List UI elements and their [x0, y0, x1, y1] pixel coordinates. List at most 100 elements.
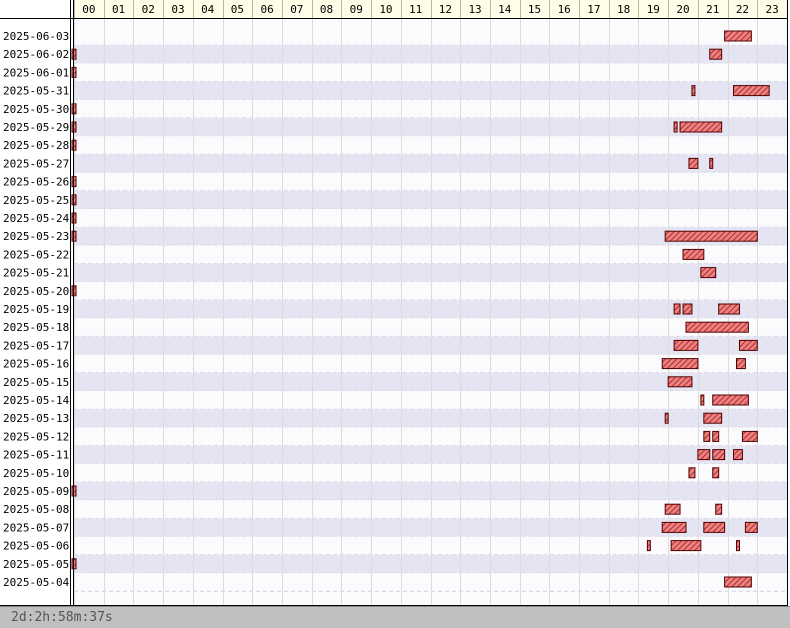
- date-label: 2025-05-29: [3, 121, 69, 134]
- activity-bar: [646, 540, 651, 552]
- hour-tick-label: 19: [647, 3, 660, 16]
- activity-bar: [724, 30, 752, 42]
- hour-tick-label: 10: [379, 3, 392, 16]
- activity-bar: [724, 576, 752, 588]
- row-stripe: [74, 318, 787, 337]
- row-stripe: [74, 136, 787, 155]
- hour-tick-label: 22: [736, 3, 749, 16]
- activity-bar: [712, 394, 749, 406]
- activity-bar: [712, 430, 720, 442]
- gantt-chart: 00 01 02 03 04 05 06 07 08 09 10 11 12 13 14 15 16 17 18 19…: [0, 0, 788, 606]
- date-label: 2025-05-10: [3, 467, 69, 480]
- activity-bar: [709, 48, 723, 60]
- header-corner: [0, 0, 70, 18]
- date-label: 2025-05-14: [3, 394, 70, 407]
- activity-bar: [741, 430, 758, 442]
- activity-bar: [700, 394, 705, 406]
- activity-bar: [685, 321, 749, 333]
- activity-bar: [697, 449, 711, 461]
- activity-bar: [703, 521, 726, 533]
- hour-tick-label: 03: [171, 3, 184, 16]
- activity-bar: [682, 248, 705, 260]
- date-label: 2025-05-27: [3, 157, 69, 170]
- date-label: 2025-05-22: [3, 248, 69, 261]
- date-label: 2025-05-18: [3, 321, 69, 334]
- hour-tick-label: 02: [142, 3, 155, 16]
- date-label: 2025-05-25: [3, 194, 69, 207]
- activity-bar: [691, 85, 696, 97]
- date-label: 2025-05-11: [3, 449, 69, 462]
- row-stripe: [74, 463, 787, 482]
- date-label: 2025-05-04: [3, 576, 70, 589]
- row-stripe: [74, 281, 787, 300]
- hour-tick-label: 07: [290, 3, 303, 16]
- activity-bar: [735, 358, 746, 370]
- activity-bar: [688, 467, 696, 479]
- date-label: 2025-05-23: [3, 230, 69, 243]
- hour-tick-label: 08: [320, 3, 333, 16]
- row-stripe: [74, 154, 787, 173]
- row-stripe: [74, 391, 787, 410]
- activity-bar: [673, 121, 678, 133]
- row-stripe: [74, 445, 787, 464]
- date-label: 2025-06-02: [3, 48, 69, 61]
- hour-tick-label: 13: [468, 3, 481, 16]
- hour-tick-label: 12: [439, 3, 452, 16]
- activity-bar: [673, 303, 681, 315]
- row-stripe: [74, 45, 787, 64]
- hour-tick-label: 23: [766, 3, 779, 16]
- activity-bar: [661, 358, 699, 370]
- activity-bar: [682, 303, 693, 315]
- date-label: 2025-06-03: [3, 30, 69, 43]
- hour-tick-label: 05: [231, 3, 244, 16]
- activity-bar: [664, 230, 758, 242]
- date-label: 2025-05-30: [3, 103, 69, 116]
- date-label: 2025-05-19: [3, 303, 69, 316]
- activity-bar: [670, 540, 702, 552]
- activity-bar: [709, 157, 714, 169]
- date-label: 2025-05-12: [3, 430, 69, 443]
- activity-bar: [664, 412, 669, 424]
- date-label: 2025-05-31: [3, 85, 69, 98]
- date-label: 2025-05-28: [3, 139, 69, 152]
- hour-tick-label: 20: [676, 3, 689, 16]
- date-label: 2025-05-08: [3, 503, 69, 516]
- activity-bar: [667, 376, 693, 388]
- activity-bar: [744, 521, 758, 533]
- activity-bar: [688, 157, 699, 169]
- row-stripe: [74, 81, 787, 100]
- activity-bar: [703, 430, 711, 442]
- date-label: 2025-05-20: [3, 285, 69, 298]
- hour-tick-label: 09: [350, 3, 363, 16]
- activity-bar: [673, 339, 699, 351]
- date-label: 2025-05-06: [3, 540, 69, 553]
- activity-bar: [718, 303, 740, 315]
- date-label: 2025-05-15: [3, 376, 69, 389]
- hour-tick-label: 21: [706, 3, 719, 16]
- activity-bar: [700, 267, 717, 279]
- date-label: 2025-06-01: [3, 66, 69, 79]
- activity-bar: [738, 339, 758, 351]
- row-stripe: [74, 99, 787, 118]
- date-label: 2025-05-26: [3, 176, 69, 189]
- hour-tick-label: 00: [82, 3, 95, 16]
- row-stripe: [74, 245, 787, 264]
- activity-bar: [735, 540, 740, 552]
- activity-bar: [733, 85, 770, 97]
- row-stripe: [74, 63, 787, 82]
- hour-header: 00 01 02 03 04 05 06 07 08 09 10 11 12 13 14 15 16 17 18 19…: [0, 0, 787, 19]
- row-stripe: [74, 27, 787, 46]
- date-label: 2025-05-21: [3, 267, 69, 280]
- activity-bar: [664, 503, 681, 515]
- date-label: 2025-05-17: [3, 339, 69, 352]
- date-label: 2025-05-07: [3, 521, 69, 534]
- activity-bar: [712, 449, 726, 461]
- uptime-text: 2d:2h:58m:37s: [11, 610, 113, 625]
- date-label: 2025-05-24: [3, 212, 70, 225]
- hour-tick-label: 15: [528, 3, 541, 16]
- hour-tick-label: 16: [558, 3, 571, 16]
- activity-bar: [661, 521, 687, 533]
- activity-bar: [679, 121, 723, 133]
- status-bar: 2d:2h:58m:37s: [0, 606, 790, 628]
- row-stripe: [74, 573, 787, 592]
